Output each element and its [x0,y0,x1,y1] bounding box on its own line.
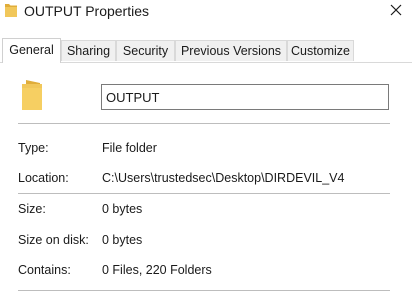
tab-sharing[interactable]: Sharing [61,40,116,61]
close-button[interactable] [384,0,408,24]
type-label: Type: [18,141,49,155]
size-label: Size: [18,202,46,216]
tab-panel-border [0,62,412,63]
title-bar[interactable]: OUTPUT Properties [0,0,412,26]
tab-previous-versions[interactable]: Previous Versions [175,40,287,61]
divider [18,193,390,194]
folder-icon [20,79,48,111]
divider [18,123,390,124]
folder-name-field[interactable] [101,84,389,110]
contains-label: Contains: [18,263,71,277]
properties-dialog: OUTPUT Properties General Sharing Securi… [0,0,412,305]
tab-strip: General Sharing Security Previous Versio… [0,38,412,63]
tab-general[interactable]: General [2,38,61,63]
size-on-disk-label: Size on disk: [18,233,89,247]
location-value: C:\Users\trustedsec\Desktop\DIRDEVIL_V4 [102,171,345,185]
divider [18,290,390,291]
location-label: Location: [18,171,69,185]
folder-icon [4,2,18,18]
type-value: File folder [102,141,157,155]
tab-customize[interactable]: Customize [287,40,354,61]
contains-value: 0 Files, 220 Folders [102,263,212,277]
close-icon [389,3,403,22]
size-on-disk-value: 0 bytes [102,233,143,247]
window-title: OUTPUT Properties [24,3,149,19]
tab-security[interactable]: Security [116,40,175,61]
size-value: 0 bytes [102,202,143,216]
